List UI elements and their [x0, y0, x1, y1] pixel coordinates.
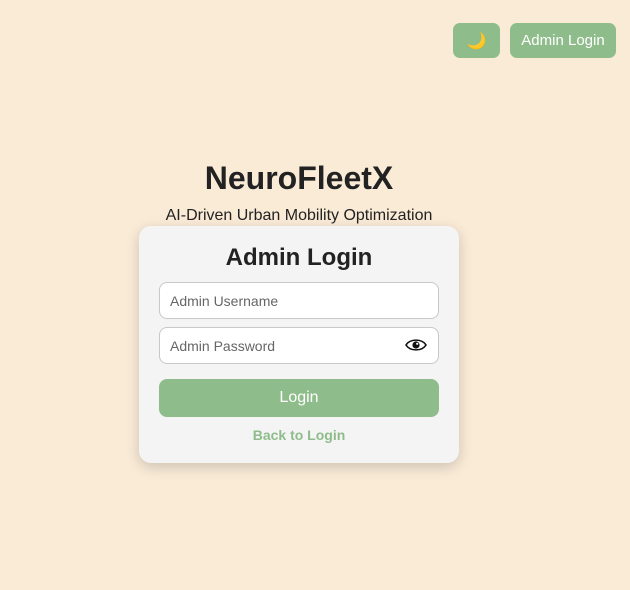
admin-login-card: Admin Login Login Back to Login [139, 226, 459, 463]
brand-subtitle: AI-Driven Urban Mobility Optimization [165, 207, 433, 224]
admin-password-input[interactable] [159, 327, 439, 364]
admin-login-page: 🌙 Admin Login NeuroFleetX AI-Driven Urba… [0, 0, 630, 590]
card-title: Admin Login [225, 244, 373, 271]
brand-title: NeuroFleetX [204, 160, 394, 196]
admin-username-input[interactable] [159, 282, 439, 319]
back-to-login-link[interactable]: Back to Login [139, 427, 459, 443]
eye-icon[interactable] [404, 334, 428, 356]
admin-login-button[interactable]: Admin Login [510, 23, 616, 58]
top-bar: 🌙 Admin Login [453, 23, 616, 58]
theme-toggle-button[interactable]: 🌙 [453, 23, 500, 58]
login-submit-button[interactable]: Login [159, 379, 439, 417]
moon-icon: 🌙 [466, 32, 487, 50]
